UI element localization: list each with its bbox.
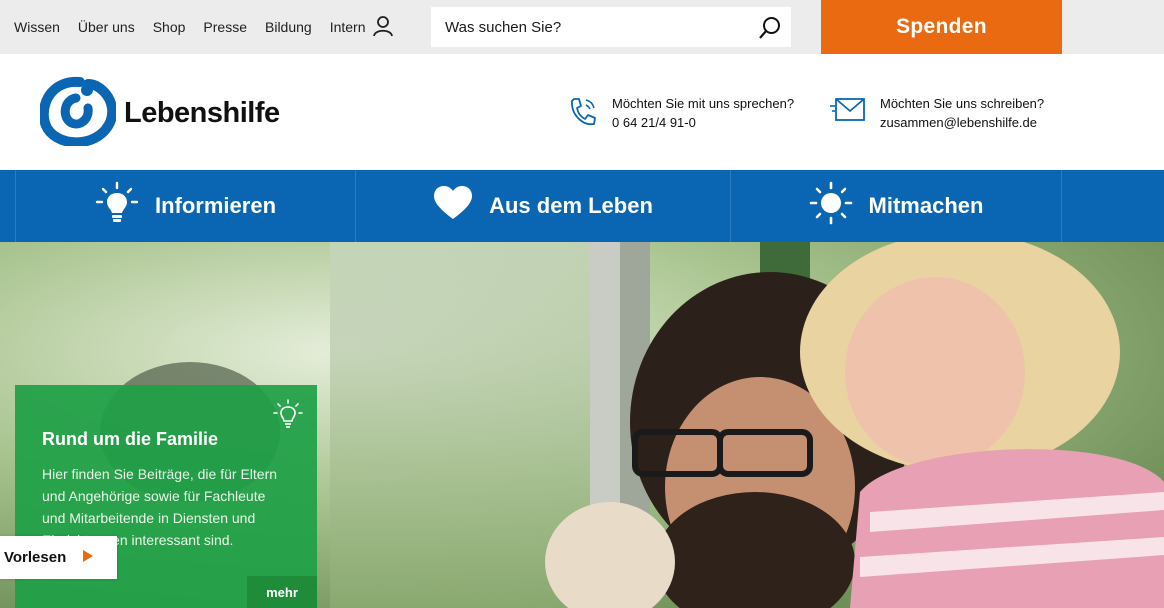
teaser-title: Rund um die Familie xyxy=(42,429,219,449)
site-logo[interactable]: Lebenshilfe xyxy=(38,76,280,151)
nav-mitmachen[interactable]: Mitmachen xyxy=(730,170,1062,242)
nav-aus-dem-leben-label: Aus dem Leben xyxy=(489,193,653,218)
search-icon[interactable] xyxy=(757,15,783,41)
phone-icon xyxy=(568,96,598,133)
utility-bar: Wissen Über uns Shop Presse Bildung Inte… xyxy=(0,0,1164,54)
lightbulb-icon xyxy=(95,181,139,231)
sun-icon xyxy=(809,181,853,231)
phone-question: Möchten Sie mit uns sprechen? xyxy=(612,96,795,111)
read-aloud-label: Vorlesen xyxy=(4,549,67,566)
contact-phone[interactable]: Möchten Sie mit uns sprechen? 0 64 21/4 … xyxy=(568,94,794,133)
logo-text: Lebenshilfe xyxy=(124,97,280,129)
donate-button[interactable]: Spenden xyxy=(821,0,1062,54)
user-icon xyxy=(372,15,394,40)
nav-aus-dem-leben[interactable]: Aus dem Leben xyxy=(355,170,730,242)
mail-address[interactable]: zusammen@lebenshilfe.de xyxy=(880,113,1044,132)
heart-icon xyxy=(433,185,473,227)
read-aloud-button[interactable]: Vorlesen xyxy=(0,536,117,579)
phone-number[interactable]: 0 64 21/4 91-0 xyxy=(612,113,794,132)
contact-mail[interactable]: Möchten Sie uns schreiben? zusammen@lebe… xyxy=(830,94,1044,132)
nav-informieren[interactable]: Informieren xyxy=(15,170,355,242)
intern-link[interactable]: Intern xyxy=(330,15,394,40)
util-link-presse[interactable]: Presse xyxy=(203,19,247,35)
util-link-shop[interactable]: Shop xyxy=(153,19,186,35)
nav-informieren-label: Informieren xyxy=(154,193,277,218)
play-icon xyxy=(82,549,94,566)
intern-label: Intern xyxy=(329,19,366,35)
mail-question: Möchten Sie uns schreiben? xyxy=(880,96,1045,111)
site-header: Lebenshilfe Möchten Sie mit uns sprechen… xyxy=(0,54,1164,170)
utility-nav: Wissen Über uns Shop Presse Bildung Inte… xyxy=(14,0,394,54)
main-nav: Informieren Aus dem Leben Mitmachen xyxy=(0,170,1164,242)
nav-mitmachen-label: Mitmachen xyxy=(868,193,984,218)
search-input[interactable] xyxy=(431,7,741,47)
more-button[interactable]: mehr xyxy=(247,576,317,608)
lightbulb-outline-icon xyxy=(273,399,303,434)
search-box xyxy=(431,7,791,47)
util-link-ueber-uns[interactable]: Über uns xyxy=(78,19,135,35)
mail-icon xyxy=(830,96,866,129)
util-link-wissen[interactable]: Wissen xyxy=(14,19,60,35)
util-link-bildung[interactable]: Bildung xyxy=(265,19,312,35)
lebenshilfe-logo-icon xyxy=(38,76,118,151)
